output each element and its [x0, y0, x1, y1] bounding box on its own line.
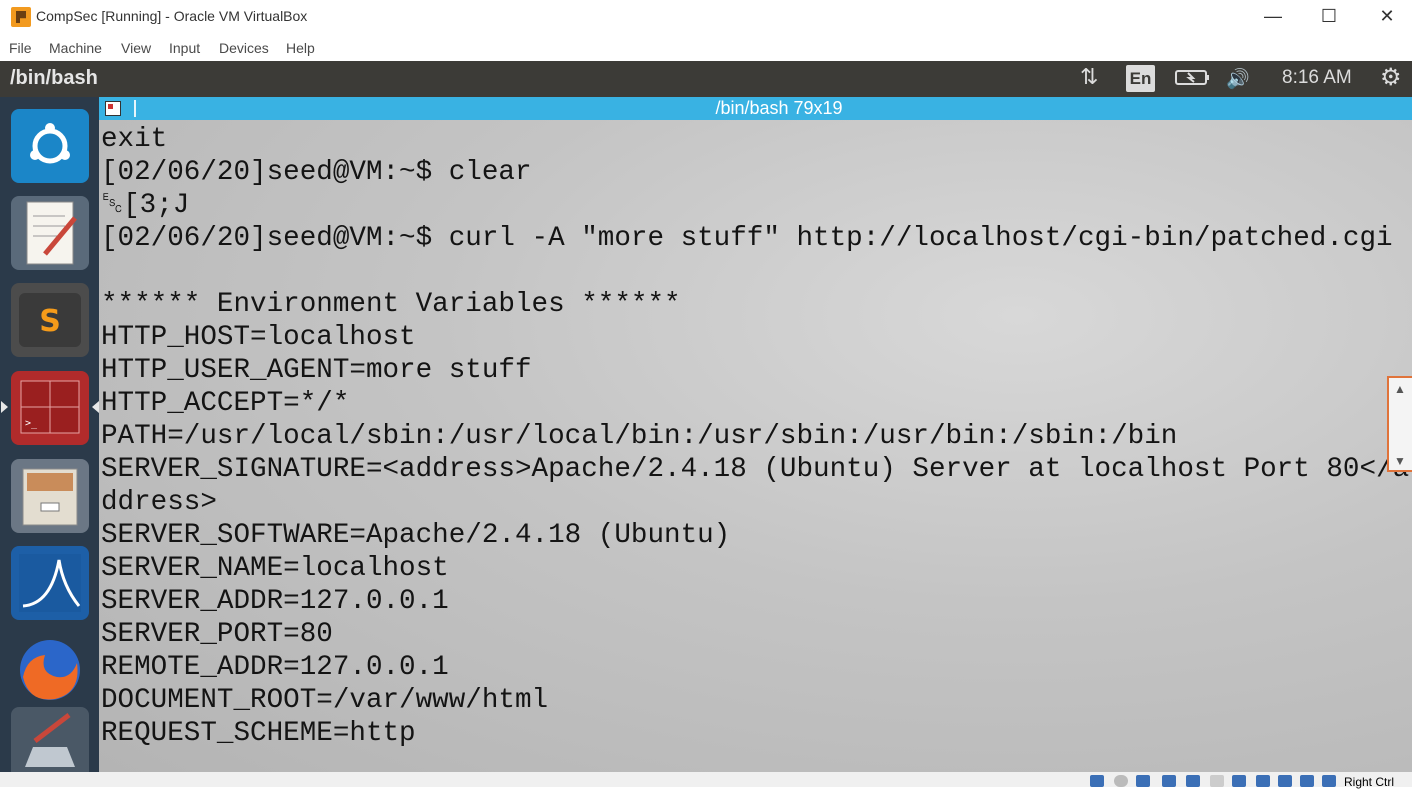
unity-launcher: S >_ [0, 97, 99, 781]
terminal-title: /bin/bash 79x19 [715, 98, 843, 118]
keyboard-capture-icon[interactable] [1322, 775, 1336, 787]
terminal-titlebar: /bin/bash 79x19 [99, 97, 1412, 120]
terminal-line: SERVER_SOFTWARE=Apache/2.4.18 (Ubuntu) [101, 520, 731, 551]
volume-icon[interactable]: 🔊 [1226, 67, 1250, 91]
terminal-output[interactable]: exit [02/06/20]seed@VM:~$ clear ␛[3;J [0… [99, 120, 1412, 772]
minimize-button[interactable]: — [1244, 0, 1302, 34]
scrollbar[interactable]: ▲ ▼ [1387, 376, 1412, 472]
terminal-line: REMOTE_ADDR=127.0.0.1 [101, 652, 449, 683]
terminal-line: ␛[3;J [101, 190, 190, 221]
terminal-line: SERVER_ADDR=127.0.0.1 [101, 586, 449, 617]
window-titlebar: CompSec [Running] - Oracle VM VirtualBox… [0, 0, 1412, 34]
system-settings-icon[interactable] [11, 707, 89, 781]
svg-text:>_: >_ [25, 418, 38, 429]
terminal-line: PATH=/usr/local/sbin:/usr/local/bin:/usr… [101, 421, 1178, 452]
virtualbox-icon [11, 7, 31, 27]
video-capture-icon[interactable] [1256, 775, 1270, 787]
sublime-text-icon[interactable]: S [11, 283, 89, 357]
settings-gear-icon[interactable]: ⚙ [1380, 63, 1402, 92]
terminal-line: HTTP_USER_AGENT=more stuff [101, 355, 532, 386]
launcher-active-arrow-right [92, 401, 99, 413]
terminal-line: exit [101, 124, 168, 155]
terminal-line: SERVER_PORT=80 [101, 619, 333, 650]
terminal-line: SERVER_NAME=localhost [101, 553, 449, 584]
wireshark-icon[interactable] [11, 546, 89, 620]
virtualbox-statusbar: Right Ctrl [0, 772, 1412, 789]
active-window-title: /bin/bash [10, 67, 98, 89]
terminal-line: REQUEST_SCHEME=http [101, 718, 416, 749]
svg-text:S: S [39, 304, 61, 339]
terminal-line: [02/06/20]seed@VM:~$ curl -A "more stuff… [101, 223, 1393, 254]
menu-help[interactable]: Help [286, 40, 315, 56]
scroll-down-icon[interactable]: ▼ [1394, 454, 1406, 468]
menu-file[interactable]: File [9, 40, 32, 56]
battery-icon[interactable] [1175, 67, 1211, 93]
terminal-line: SERVER_SIGNATURE=<address>Apache/2.4.18 … [101, 454, 1410, 485]
hard-disk-icon[interactable] [1090, 775, 1104, 787]
terminal-line: DOCUMENT_ROOT=/var/www/html [101, 685, 549, 716]
clock[interactable]: 8:16 AM [1282, 67, 1352, 89]
text-editor-icon[interactable] [11, 196, 89, 270]
keyboard-layout-indicator[interactable]: En [1126, 65, 1155, 92]
optical-drive-icon[interactable] [1114, 775, 1128, 787]
close-button[interactable]: ✕ [1358, 0, 1412, 34]
window-title: CompSec [Running] - Oracle VM VirtualBox [36, 8, 308, 24]
ubuntu-top-panel: /bin/bash ⇅ En 🔊 8:16 AM ⚙ [0, 61, 1412, 97]
menu-bar: File Machine View Input Devices Help [0, 36, 1412, 60]
terminal-line: ddress> [101, 487, 217, 518]
network-icon[interactable] [1162, 775, 1176, 787]
ubuntu-dash-icon[interactable] [11, 109, 89, 183]
terminal-line: HTTP_HOST=localhost [101, 322, 416, 353]
mouse-integration-icon[interactable] [1300, 775, 1314, 787]
menu-input[interactable]: Input [169, 40, 200, 56]
maximize-button[interactable]: ☐ [1300, 0, 1358, 34]
firefox-icon[interactable] [11, 633, 89, 707]
usb-icon[interactable] [1186, 775, 1200, 787]
shared-folders-icon[interactable] [1210, 775, 1224, 787]
audio-icon[interactable] [1136, 775, 1150, 787]
menu-devices[interactable]: Devices [219, 40, 269, 56]
network-arrows-icon[interactable]: ⇅ [1080, 64, 1098, 90]
terminal-icon[interactable]: >_ [11, 371, 89, 445]
cpu-icon[interactable] [1278, 775, 1292, 787]
display-icon[interactable] [1232, 775, 1246, 787]
terminal-line: ****** Environment Variables ****** [101, 289, 681, 320]
menu-view[interactable]: View [121, 40, 151, 56]
scroll-up-icon[interactable]: ▲ [1394, 382, 1406, 396]
terminal-line: [02/06/20]seed@VM:~$ clear [101, 157, 532, 188]
launcher-active-arrow-left [1, 401, 8, 413]
files-icon[interactable] [11, 459, 89, 533]
terminal-line: HTTP_ACCEPT=*/* [101, 388, 350, 419]
menu-machine[interactable]: Machine [49, 40, 102, 56]
